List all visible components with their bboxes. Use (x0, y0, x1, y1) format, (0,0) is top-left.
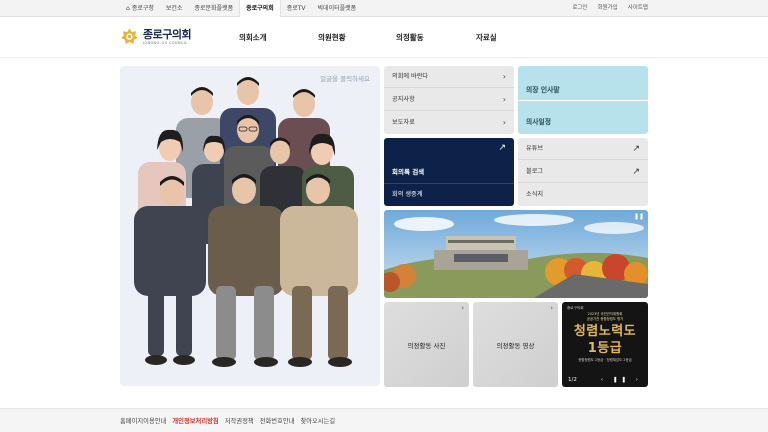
minutes-search-link[interactable]: 회의록 검색 (392, 166, 424, 176)
gnb-item-activities[interactable]: 의정활동 (396, 17, 424, 58)
blog-link[interactable]: 블로그 ↗ (518, 161, 648, 183)
hero-hint: 얼굴을 클릭하세요 (320, 75, 370, 83)
council-building-banner[interactable]: ❚❚ (384, 210, 648, 298)
logo-title: 종로구의회 (143, 27, 192, 41)
topnav-item-health-center[interactable]: 보건소 (160, 0, 189, 17)
footer-link-phone[interactable]: 전화번호안내 (260, 409, 295, 432)
quick-link-label: 공지사항 (392, 96, 415, 103)
site-header: 종로구의회 JONGNO-GU COUNCIL 의회소개 의원현황 의정활동 자… (0, 17, 768, 58)
newsletter-link[interactable]: 소식지 (518, 184, 648, 206)
topnav-item-jongno-gu-office[interactable]: ⌂ 종로구청 (120, 0, 160, 17)
logo-subtitle: JONGNO-GU COUNCIL (143, 40, 188, 45)
signup-link[interactable]: 회원가입 (598, 0, 618, 17)
quick-links-panel: 의회에 바란다 › 공지사항 › 보도자료 › (384, 66, 514, 134)
top-utility-bar: ⌂ 종로구청 보건소 종로문화플랫폼 종로구의회 종로TV 빅데이터플랫폼 로그인… (0, 0, 768, 17)
home-icon: ⌂ (126, 5, 130, 12)
session-schedule-link[interactable]: 의사일정 (526, 116, 551, 126)
arrow-up-right-icon: ↗ (632, 144, 640, 154)
arrow-up-right-icon[interactable]: ↗ (498, 143, 506, 153)
footer-link-copyright[interactable]: 저작권정책 (225, 409, 254, 432)
site-family-nav: ⌂ 종로구청 보건소 종로문화플랫폼 종로구의회 종로TV 빅데이터플랫폼 (120, 0, 362, 17)
chairman-panel: 의장 인사말 의사일정 (518, 66, 648, 134)
quick-link-press[interactable]: 보도자료 › (384, 112, 514, 134)
activity-videos-tile[interactable]: › 의정활동 영상 (473, 302, 558, 387)
members-group-image (134, 77, 358, 367)
footer-link-directions[interactable]: 찾아오시는길 (300, 409, 335, 432)
activity-photos-tile[interactable]: › 의정활동 사진 (384, 302, 469, 387)
utility-links: 로그인 회원가입 사이트맵 (562, 0, 648, 17)
promo-grade: 1등급 (587, 341, 623, 356)
council-members-illustration[interactable]: 얼굴을 클릭하세요 (120, 66, 380, 386)
gnb-item-council-intro[interactable]: 의회소개 (239, 17, 267, 58)
footer-link-privacy[interactable]: 개인정보처리방침 (172, 409, 218, 432)
quick-link-label: 의회에 바란다 (392, 73, 429, 80)
chevron-right-icon: › (502, 72, 506, 81)
topnav-item-jongno-tv[interactable]: 종로TV (281, 0, 312, 17)
quick-link-petition[interactable]: 의회에 바란다 › (384, 66, 514, 88)
sitemap-link[interactable]: 사이트맵 (628, 0, 648, 17)
tile-label: 의정활동 사진 (407, 342, 446, 350)
gnb-item-archive[interactable]: 자료실 (476, 17, 497, 58)
council-building-image (384, 210, 648, 298)
quick-link-label: 보도자료 (392, 119, 415, 126)
banner-pause-button[interactable]: ❚❚ (634, 213, 644, 220)
site-footer: 홈페이지이용안내 개인정보처리방침 저작권정책 전화번호안내 찾아오시는길 (0, 408, 768, 432)
youtube-link[interactable]: 유튜브 ↗ (518, 138, 648, 160)
arrow-up-right-icon: ↗ (632, 167, 640, 177)
logo-text: 종로구의회 JONGNO-GU COUNCIL (143, 27, 192, 45)
social-link-label: 블로그 (526, 168, 544, 175)
tile-label: 의정활동 영상 (496, 342, 535, 350)
footer-link-guide[interactable]: 홈페이지이용안내 (120, 409, 166, 432)
topnav-item-bigdata[interactable]: 빅데이터플랫폼 (312, 0, 363, 17)
panel-divider (384, 183, 514, 184)
social-link-label: 유튜브 (526, 145, 544, 152)
chairman-greeting-link[interactable]: 의장 인사말 (526, 84, 560, 94)
login-link[interactable]: 로그인 (572, 0, 587, 17)
council-logo[interactable]: 종로구의회 JONGNO-GU COUNCIL (120, 27, 192, 46)
chevron-right-icon: › (550, 304, 553, 312)
live-broadcast-link[interactable]: 회의 생중계 (392, 189, 422, 198)
chevron-right-icon: › (502, 118, 506, 127)
gnb-item-members[interactable]: 의원현황 (318, 17, 346, 58)
topnav-label: 종로구청 (131, 5, 154, 12)
panel-divider (518, 100, 648, 101)
social-link-label: 소식지 (526, 191, 544, 198)
promo-controls[interactable]: ‹ ❚❚ › (601, 377, 642, 383)
social-links-panel: 유튜브 ↗ 블로그 ↗ 소식지 (518, 138, 648, 206)
minutes-panel: ↗ 회의록 검색 회의 생중계 (384, 138, 514, 206)
promo-pager: 1/2 (568, 377, 577, 383)
promo-badge: 종로구의회 (567, 306, 584, 310)
council-emblem-icon (120, 27, 139, 46)
integrity-award-banner[interactable]: 종로구의회 2023년 국민권익위원회 공공기관 종합청렴도 평가 청렴노력도 … (562, 302, 648, 387)
chevron-right-icon: › (502, 95, 506, 104)
footer-links: 홈페이지이용안내 개인정보처리방침 저작권정책 전화번호안내 찾아오시는길 (120, 409, 341, 432)
quick-link-notices[interactable]: 공지사항 › (384, 89, 514, 111)
topnav-item-culture-platform[interactable]: 종로문화플랫폼 (188, 0, 239, 17)
topnav-item-council[interactable]: 종로구의회 (239, 0, 281, 17)
chevron-right-icon: › (461, 304, 464, 312)
promo-caption-bottom: 종합청렴도 2등급 · 청렴체감도 2등급 (578, 358, 632, 362)
